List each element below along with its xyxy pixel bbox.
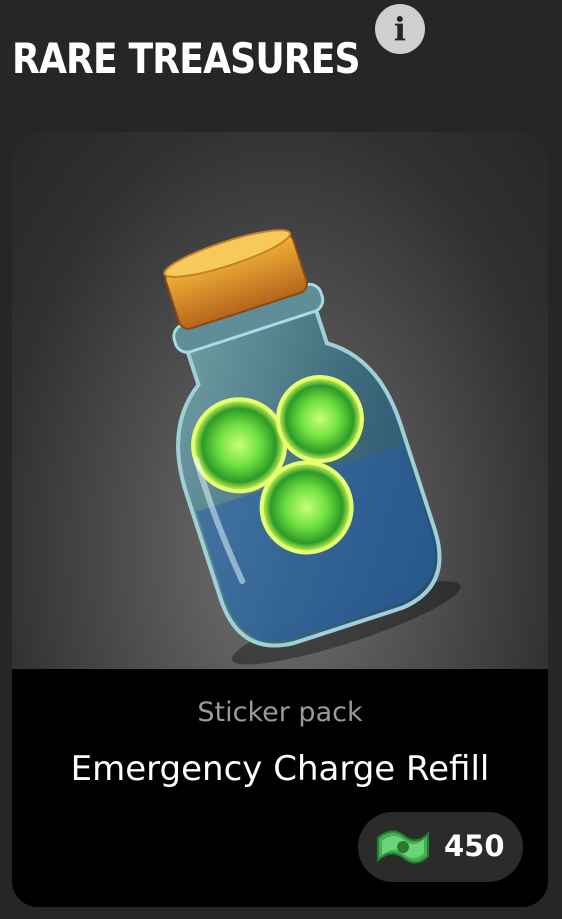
info-icon[interactable]: i <box>375 4 425 54</box>
potion-bottle-icon <box>163 229 461 665</box>
item-category: Sticker pack <box>197 697 363 728</box>
item-card[interactable]: Sticker pack Emergency Charge Refill 450 <box>12 132 548 907</box>
item-name: Emergency Charge Refill <box>70 749 490 789</box>
item-info-panel: Sticker pack Emergency Charge Refill 450 <box>12 669 548 907</box>
green-cash-icon <box>377 830 429 864</box>
page-title: RARE TREASURES <box>12 33 361 83</box>
buy-price-button[interactable]: 450 <box>358 812 523 882</box>
header: RARE TREASURES <box>12 28 416 88</box>
price-value: 450 <box>444 829 505 863</box>
item-image <box>12 132 548 669</box>
